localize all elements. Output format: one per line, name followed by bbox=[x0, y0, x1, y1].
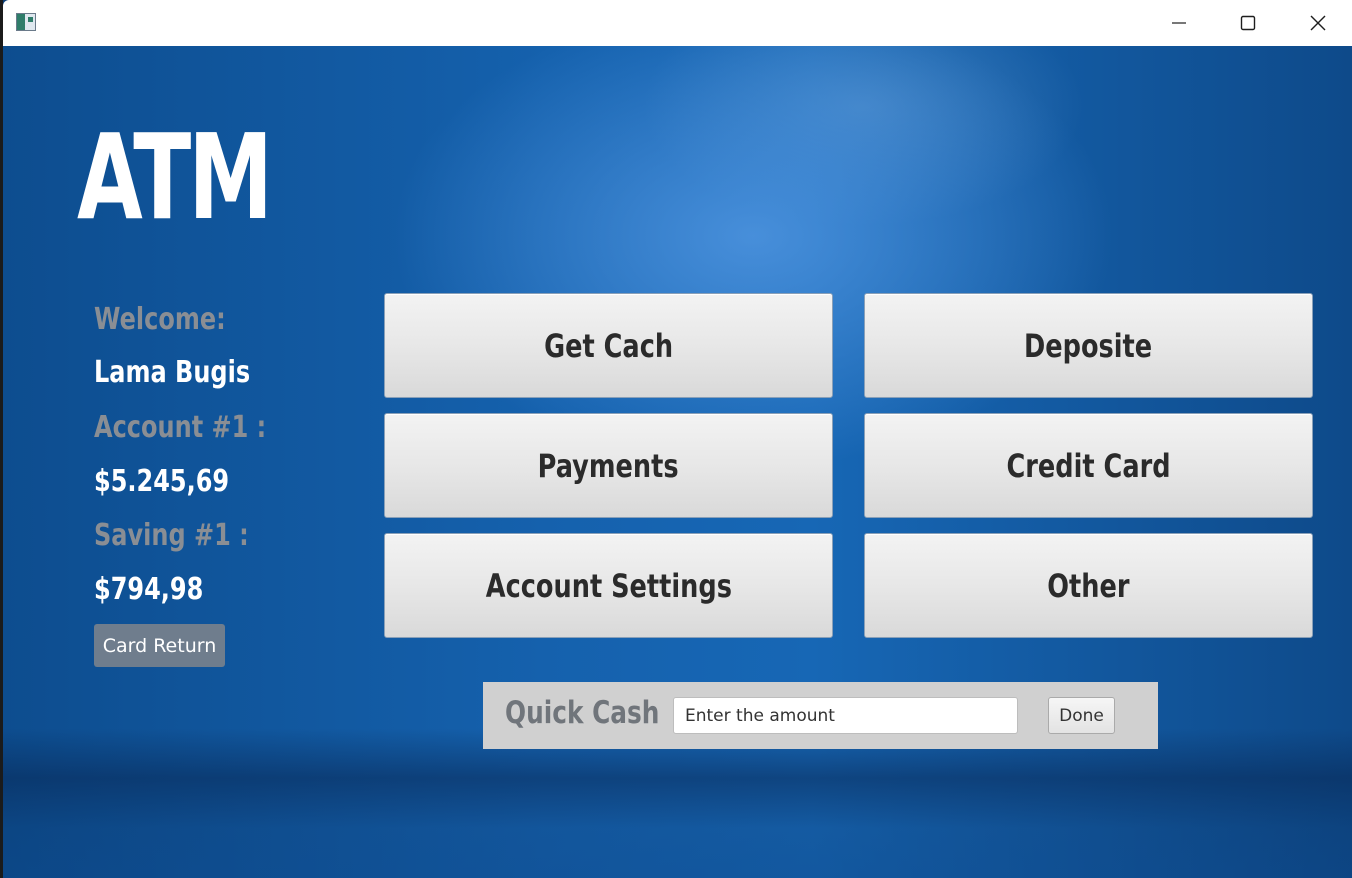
atm-window: ATM Welcome: Lama Bugis Account #1 : $5.… bbox=[3, 0, 1352, 878]
account-settings-button[interactable]: Account Settings bbox=[384, 533, 833, 638]
main-content: ATM Welcome: Lama Bugis Account #1 : $5.… bbox=[3, 46, 1352, 878]
payments-label: Payments bbox=[537, 446, 679, 485]
user-name: Lama Bugis bbox=[94, 355, 251, 390]
title-bar bbox=[3, 0, 1352, 46]
credit-card-button[interactable]: Credit Card bbox=[864, 413, 1313, 518]
other-label: Other bbox=[1047, 566, 1130, 605]
close-button[interactable] bbox=[1283, 0, 1352, 46]
card-return-button[interactable]: Card Return bbox=[94, 624, 225, 667]
deposit-label: Deposite bbox=[1024, 326, 1153, 365]
deposit-button[interactable]: Deposite bbox=[864, 293, 1313, 398]
get-cash-label: Get Cach bbox=[543, 326, 673, 365]
app-icon bbox=[16, 13, 36, 31]
maximize-icon bbox=[1240, 15, 1256, 31]
maximize-button[interactable] bbox=[1213, 0, 1283, 46]
welcome-label: Welcome: bbox=[94, 302, 226, 337]
account-balance: $5.245,69 bbox=[94, 464, 230, 499]
account-label: Account #1 : bbox=[94, 410, 267, 445]
get-cash-button[interactable]: Get Cach bbox=[384, 293, 833, 398]
done-button[interactable]: Done bbox=[1048, 697, 1115, 734]
quick-cash-bar: Quick Cash Done bbox=[483, 682, 1158, 749]
saving-label: Saving #1 : bbox=[94, 518, 249, 553]
close-icon bbox=[1310, 15, 1326, 31]
other-button[interactable]: Other bbox=[864, 533, 1313, 638]
saving-balance: $794,98 bbox=[94, 572, 204, 607]
minimize-icon bbox=[1172, 22, 1186, 24]
amount-input[interactable] bbox=[673, 697, 1018, 734]
atm-title: ATM bbox=[77, 108, 273, 246]
credit-card-label: Credit Card bbox=[1006, 446, 1171, 485]
payments-button[interactable]: Payments bbox=[384, 413, 833, 518]
account-settings-label: Account Settings bbox=[485, 566, 732, 605]
minimize-button[interactable] bbox=[1144, 0, 1214, 46]
quick-cash-label: Quick Cash bbox=[505, 695, 660, 731]
